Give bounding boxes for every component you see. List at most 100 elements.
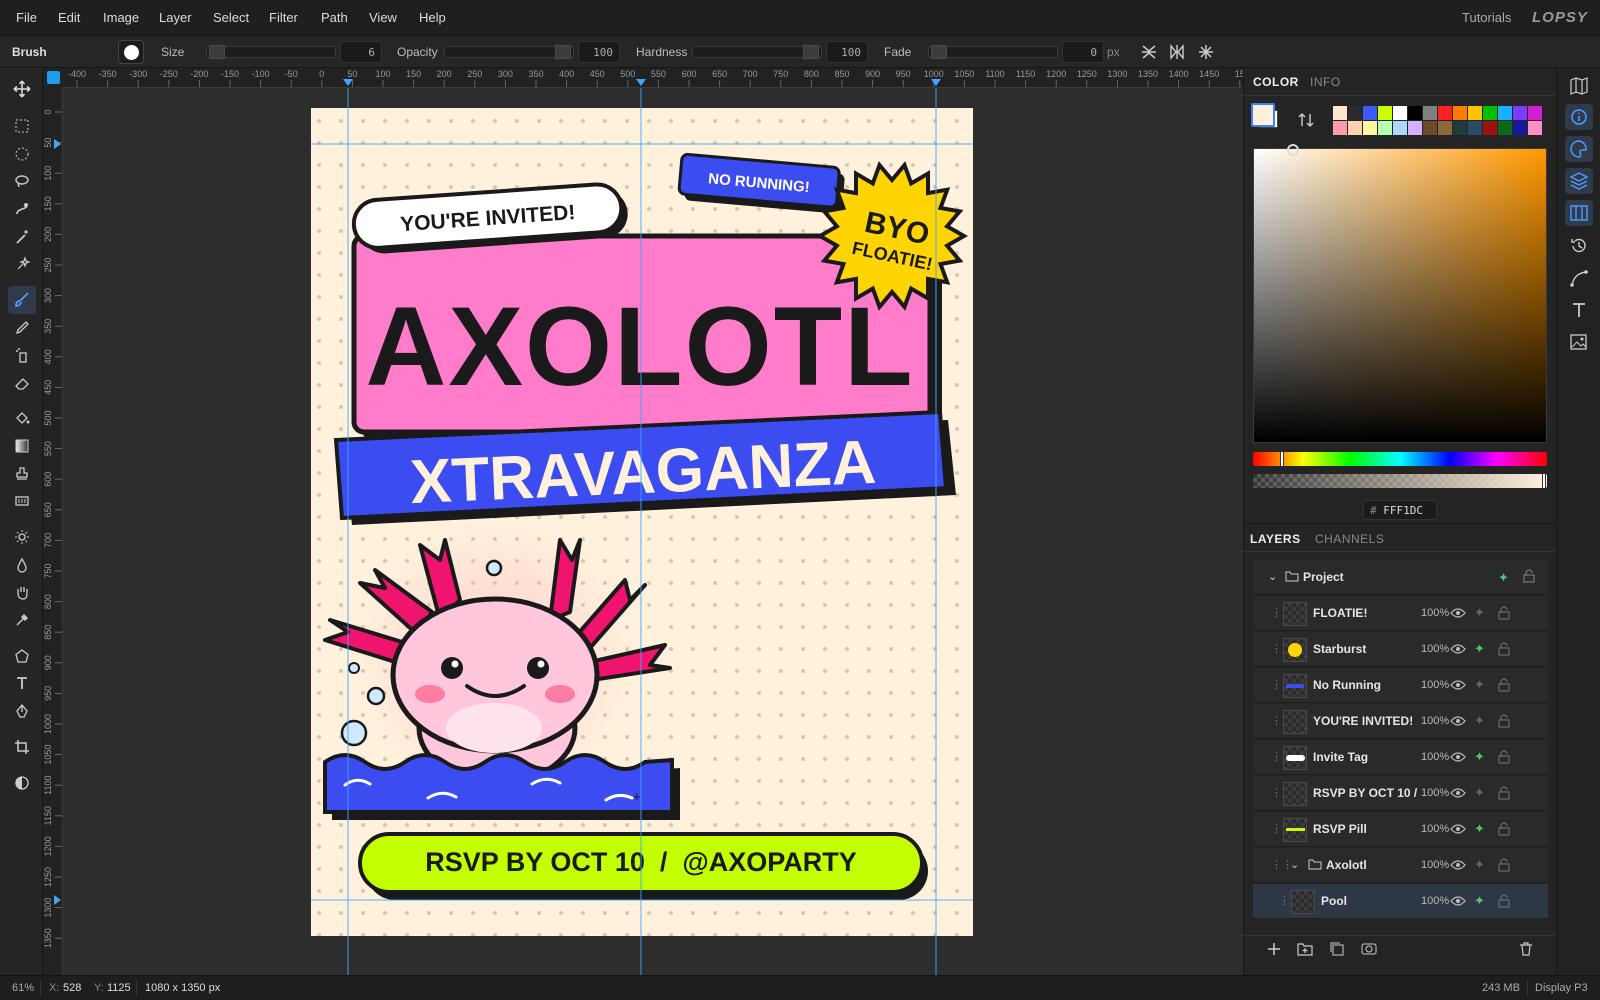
lock-icon[interactable] xyxy=(1523,569,1535,586)
alpha-slider[interactable] xyxy=(1253,473,1547,489)
delete-layer-icon[interactable] xyxy=(1518,941,1534,957)
lock-icon[interactable] xyxy=(1498,678,1510,695)
swap-colors-icon[interactable] xyxy=(1297,111,1315,129)
effects-icon[interactable]: ✦ xyxy=(1474,821,1485,837)
lock-icon[interactable] xyxy=(1498,786,1510,803)
layer-opacity[interactable]: 100% xyxy=(1421,859,1449,871)
layer-row[interactable]: ⋮⋮ Pool 100% ✦ xyxy=(1253,884,1548,919)
eraser-icon[interactable] xyxy=(8,369,36,397)
brush-tool-icon[interactable] xyxy=(8,286,36,314)
color-swatch[interactable] xyxy=(1393,106,1407,120)
layer-opacity[interactable]: 100% xyxy=(1421,715,1449,727)
lock-icon[interactable] xyxy=(1498,642,1510,659)
pattern-stamp-icon[interactable] xyxy=(8,487,36,515)
menu-file[interactable]: File xyxy=(16,0,37,36)
chevron-down-icon[interactable]: ⌄ xyxy=(1268,570,1277,583)
color-swatch[interactable] xyxy=(1333,121,1347,135)
menu-image[interactable]: Image xyxy=(103,0,139,36)
menu-path[interactable]: Path xyxy=(321,0,348,36)
menu-view[interactable]: View xyxy=(369,0,397,36)
color-swatch[interactable] xyxy=(1498,121,1512,135)
hex-input[interactable]: # FFF1DC xyxy=(1363,500,1437,520)
guide-marker-icon[interactable] xyxy=(343,79,353,86)
hue-slider[interactable] xyxy=(1253,451,1547,467)
move-tool-icon[interactable] xyxy=(8,75,36,103)
stamp-icon[interactable] xyxy=(8,460,36,488)
image-adjust-icon[interactable] xyxy=(1569,332,1589,352)
layer-group-project[interactable]: ⌄ Project ✦ xyxy=(1253,560,1548,595)
mandala-icon[interactable] xyxy=(1197,43,1215,61)
hue-handle[interactable] xyxy=(1280,451,1284,467)
text-tool-icon[interactable] xyxy=(8,669,36,697)
blur-drop-icon[interactable] xyxy=(8,551,36,579)
layer-opacity[interactable]: 100% xyxy=(1421,895,1449,907)
menu-help[interactable]: Help xyxy=(419,0,446,36)
menu-layer[interactable]: Layer xyxy=(159,0,192,36)
ruler-corner[interactable] xyxy=(43,68,63,88)
magic-select-icon[interactable] xyxy=(8,250,36,278)
hand-icon[interactable] xyxy=(8,578,36,606)
history-icon[interactable] xyxy=(1569,236,1589,256)
menu-edit[interactable]: Edit xyxy=(58,0,80,36)
eye-icon[interactable] xyxy=(1450,751,1466,766)
contrast-icon[interactable] xyxy=(8,769,36,797)
color-swatch[interactable] xyxy=(1348,121,1362,135)
effects-icon[interactable]: ✦ xyxy=(1474,605,1485,621)
quick-select-icon[interactable] xyxy=(8,195,36,223)
paint-bucket-icon[interactable] xyxy=(8,404,36,432)
tab-layers[interactable]: LAYERS xyxy=(1250,532,1301,546)
eye-icon[interactable] xyxy=(1450,643,1466,658)
layer-opacity[interactable]: 100% xyxy=(1421,823,1449,835)
color-swatch[interactable] xyxy=(1363,121,1377,135)
add-layer-icon[interactable] xyxy=(1266,941,1282,957)
layer-row[interactable]: ⋮⋮ FLOATIE! 100% ✦ xyxy=(1253,596,1548,631)
color-swatch[interactable] xyxy=(1378,106,1392,120)
effects-icon[interactable]: ✦ xyxy=(1474,749,1485,765)
symmetry-vertical-icon[interactable] xyxy=(1140,43,1158,61)
layer-opacity[interactable]: 100% xyxy=(1421,787,1449,799)
color-swatch[interactable] xyxy=(1378,121,1392,135)
color-swatch[interactable] xyxy=(1513,121,1527,135)
lock-icon[interactable] xyxy=(1498,894,1510,911)
color-swatch[interactable] xyxy=(1408,106,1422,120)
lock-icon[interactable] xyxy=(1498,822,1510,839)
ruler-vertical[interactable]: 0 50 100 150 200 250 300 350 400 450 500 550 600 650 7… xyxy=(43,88,63,975)
pencil-icon[interactable] xyxy=(8,314,36,342)
layer-row[interactable]: ⋮⋮ Starburst 100% ✦ xyxy=(1253,632,1548,667)
guide-marker-icon[interactable] xyxy=(931,79,941,86)
channels-icon[interactable] xyxy=(1565,200,1593,226)
canvas-viewport[interactable]: AXOLOTL XTRAVAGANZA YOU'RE INVITED! NO R… xyxy=(63,88,1243,975)
color-swatch[interactable] xyxy=(1423,121,1437,135)
chevron-down-icon[interactable]: ⌄ xyxy=(1290,858,1299,871)
fade-slider[interactable] xyxy=(928,45,1058,59)
guide-marker-icon[interactable] xyxy=(54,139,61,149)
color-swatch[interactable] xyxy=(1438,106,1452,120)
effects-icon[interactable]: ✦ xyxy=(1474,893,1485,909)
eye-icon[interactable] xyxy=(1450,823,1466,838)
fade-input[interactable]: 0 xyxy=(1062,41,1104,63)
tab-channels[interactable]: CHANNELS xyxy=(1315,532,1384,546)
new-group-icon[interactable] xyxy=(1297,941,1313,957)
color-swatch[interactable] xyxy=(1393,121,1407,135)
lock-icon[interactable] xyxy=(1498,750,1510,767)
color-swatch[interactable] xyxy=(1423,106,1437,120)
eye-icon[interactable] xyxy=(1450,787,1466,802)
swatch-grid[interactable] xyxy=(1333,106,1547,136)
color-swatch[interactable] xyxy=(1468,121,1482,135)
character-icon[interactable] xyxy=(1569,300,1589,320)
color-swatch[interactable] xyxy=(1453,121,1467,135)
layer-opacity[interactable]: 100% xyxy=(1421,607,1449,619)
tutorials-link[interactable]: Tutorials xyxy=(1462,0,1511,36)
color-swatch[interactable] xyxy=(1483,121,1497,135)
color-swatch[interactable] xyxy=(1333,106,1347,120)
tab-color[interactable]: COLOR xyxy=(1253,75,1299,89)
color-swatch[interactable] xyxy=(1513,106,1527,120)
size-slider[interactable] xyxy=(206,45,336,59)
lock-icon[interactable] xyxy=(1498,714,1510,731)
color-swatch[interactable] xyxy=(1363,106,1377,120)
lock-icon[interactable] xyxy=(1498,606,1510,623)
color-swatch[interactable] xyxy=(1528,106,1542,120)
saturation-value-picker[interactable] xyxy=(1253,144,1547,443)
color-swatch[interactable] xyxy=(1528,121,1542,135)
layer-row[interactable]: ⋮⋮ Invite Tag 100% ✦ xyxy=(1253,740,1548,775)
